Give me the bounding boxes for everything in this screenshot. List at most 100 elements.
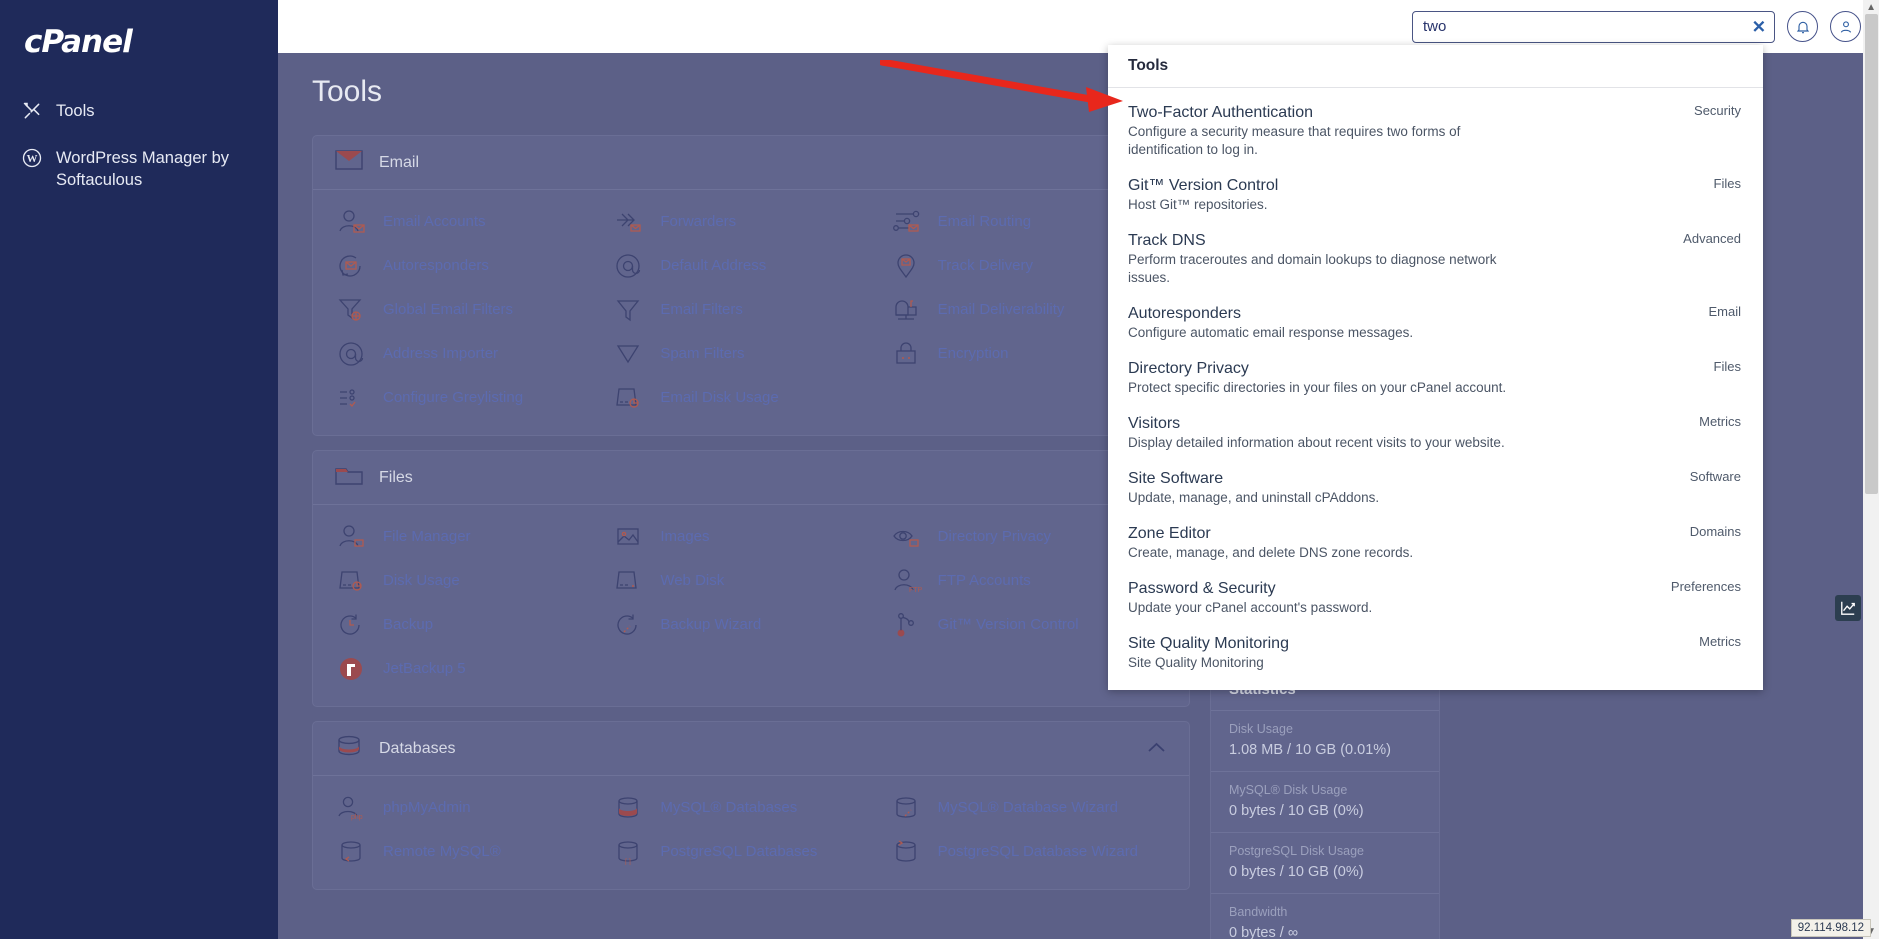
scroll-up-icon[interactable]: ▲	[1866, 2, 1876, 13]
tool-disk-usage[interactable]: Disk Usage	[335, 565, 612, 596]
stat-row-bandwidth: Bandwidth 0 bytes / ∞	[1211, 893, 1439, 939]
tool-label: Email Deliverability	[937, 301, 1065, 318]
search-result-visitors[interactable]: Visitors Display detailed information ab…	[1108, 405, 1763, 460]
tool-forwarders[interactable]: Forwarders	[612, 206, 889, 237]
search-result-site-quality-monitoring[interactable]: Site Quality Monitoring Site Quality Mon…	[1108, 625, 1763, 680]
stat-label: Disk Usage	[1229, 722, 1293, 736]
section-header[interactable]: Email	[313, 136, 1189, 190]
tool-label: Web Disk	[660, 572, 725, 589]
tool-label: Global Email Filters	[383, 301, 514, 318]
image-icon	[612, 524, 646, 550]
cpanel-logo: cPanel	[24, 24, 133, 60]
tool-email-disk-usage[interactable]: Email Disk Usage	[612, 382, 889, 413]
page-scrollbar-thumb[interactable]	[1865, 14, 1878, 494]
tool-images[interactable]: Images	[612, 521, 889, 552]
search-input[interactable]	[1412, 10, 1775, 43]
result-category: Metrics	[1699, 414, 1741, 429]
result-description: Update your cPanel account's password.	[1128, 600, 1373, 615]
tool-default-address[interactable]: Default Address	[612, 250, 889, 281]
tool-postgresql-databases[interactable]: [ ] PostgreSQL Databases	[612, 836, 889, 867]
at-circle-icon	[335, 341, 369, 367]
tool-mysql-database-wizard[interactable]: MySQL® Database Wizard	[890, 792, 1167, 823]
search-result-directory-privacy[interactable]: Directory Privacy Protect specific direc…	[1108, 350, 1763, 405]
search-result-two-factor-authentication[interactable]: Two-Factor Authentication Configure a se…	[1108, 94, 1763, 167]
chevron-up-icon[interactable]	[1148, 740, 1165, 758]
tool-label: Email Routing	[937, 213, 1032, 230]
sidebar-item-tools[interactable]: Tools	[22, 100, 256, 127]
tool-postgresql-database-wizard[interactable]: PostgreSQL Database Wizard	[890, 836, 1167, 867]
search-result-autoresponders[interactable]: Autoresponders Configure automatic email…	[1108, 295, 1763, 350]
sidebar: cPanel Tools W WordPress Manager by Soft…	[0, 0, 278, 939]
result-title: Password & Security	[1128, 580, 1276, 597]
envelope-icon	[335, 149, 365, 176]
tool-label: Email Accounts	[383, 213, 486, 230]
stat-label: MySQL® Disk Usage	[1229, 783, 1348, 797]
tool-label: FTP Accounts	[937, 572, 1031, 589]
tool-mysql-databases[interactable]: MySQL® Databases	[612, 792, 889, 823]
result-category: Email	[1708, 304, 1741, 319]
tool-label: File Manager	[383, 528, 471, 545]
tool-grid: Email Accounts Forwarders Email Routing …	[313, 190, 1189, 435]
disk-usage-icon	[612, 385, 646, 411]
user-php-icon: php	[335, 795, 369, 821]
tool-file-manager[interactable]: File Manager	[335, 521, 612, 552]
svg-text:W: W	[27, 153, 38, 165]
stat-value: 0 bytes / 10 GB (0%)	[1229, 864, 1364, 880]
result-description: Display detailed information about recen…	[1128, 435, 1505, 450]
tool-jetbackup-5[interactable]: JetBackup 5	[335, 653, 612, 684]
search-result-track-dns[interactable]: Track DNS Perform traceroutes and domain…	[1108, 222, 1763, 295]
tool-remote-mysql[interactable]: Remote MySQL®	[335, 836, 612, 867]
search-result-password-and-security[interactable]: Password & Security Update your cPanel a…	[1108, 570, 1763, 625]
section-header[interactable]: Databases	[313, 722, 1189, 776]
tool-label: PostgreSQL Database Wizard	[937, 843, 1139, 860]
tool-email-accounts[interactable]: Email Accounts	[335, 206, 612, 237]
tool-address-importer[interactable]: Address Importer	[335, 338, 612, 369]
jetbackup-icon	[335, 656, 369, 682]
result-category: Files	[1713, 359, 1741, 374]
result-description: Protect specific directories in your fil…	[1128, 380, 1507, 395]
tool-label: phpMyAdmin	[383, 799, 471, 816]
tool-spam-filters[interactable]: Spam Filters	[612, 338, 889, 369]
result-title: Git™ Version Control	[1128, 177, 1279, 194]
section-title: Email	[379, 153, 420, 171]
section-header[interactable]: Files	[313, 451, 1189, 505]
section-title: Files	[379, 468, 413, 486]
search-result-site-software[interactable]: Site Software Update, manage, and uninst…	[1108, 460, 1763, 515]
tool-label: Default Address	[660, 257, 767, 274]
tool-label: PostgreSQL Databases	[660, 843, 818, 860]
list-check-icon	[335, 385, 369, 411]
tool-label: MySQL® Database Wizard	[937, 799, 1118, 816]
result-title: Site Quality Monitoring	[1128, 635, 1289, 652]
tool-configure-greylisting[interactable]: Configure Greylisting	[335, 382, 612, 413]
funnel-globe-icon	[335, 297, 369, 323]
arrows-right-icon	[612, 209, 646, 235]
notifications-button[interactable]	[1787, 11, 1818, 42]
tool-backup-wizard[interactable]: Backup Wizard	[612, 609, 889, 640]
search-result-zone-editor[interactable]: Zone Editor Create, manage, and delete D…	[1108, 515, 1763, 570]
map-pin-envelope-icon	[890, 253, 924, 279]
tool-web-disk[interactable]: Web Disk	[612, 565, 889, 596]
clear-search-icon[interactable]: ✕	[1752, 18, 1766, 35]
result-title: Track DNS	[1128, 232, 1206, 249]
tool-phpmyadmin[interactable]: php phpMyAdmin	[335, 792, 612, 823]
tool-label: Email Filters	[660, 301, 743, 318]
tool-label: Forwarders	[660, 213, 737, 230]
tool-email-filters[interactable]: Email Filters	[612, 294, 889, 325]
sidebar-item-wordpress-manager[interactable]: W WordPress Manager by Softaculous	[22, 147, 256, 191]
tool-label: Track Delivery	[937, 257, 1033, 274]
result-category: Advanced	[1683, 231, 1741, 246]
dropdown-heading: Tools	[1108, 45, 1763, 88]
analytics-fab-button[interactable]	[1835, 595, 1861, 621]
tool-backup[interactable]: Backup	[335, 609, 612, 640]
at-sign-icon	[612, 253, 646, 279]
result-title: Autoresponders	[1128, 305, 1241, 322]
database-pg-icon: [ ]	[612, 839, 646, 865]
result-category: Security	[1694, 103, 1741, 118]
tool-global-email-filters[interactable]: Global Email Filters	[335, 294, 612, 325]
search-result-git-version-control[interactable]: Git™ Version Control Host Git™ repositor…	[1108, 167, 1763, 222]
tool-autoresponders[interactable]: Autoresponders	[335, 250, 612, 281]
search-box[interactable]: ✕	[1412, 10, 1775, 43]
result-description: Configure a security measure that requir…	[1128, 124, 1461, 157]
account-button[interactable]	[1830, 11, 1861, 42]
wordpress-icon: W	[22, 148, 44, 174]
